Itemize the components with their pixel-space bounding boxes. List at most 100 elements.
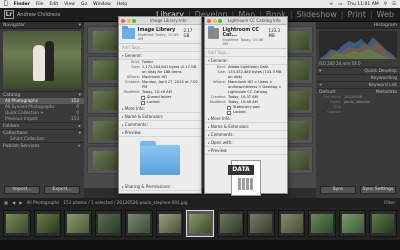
- sync-settings-button[interactable]: Sync Settings: [360, 186, 396, 194]
- close-icon[interactable]: [121, 18, 125, 23]
- filmstrip-thumbnail[interactable]: [155, 210, 184, 237]
- metadata-value[interactable]: paula_stephen: [344, 100, 370, 105]
- collapse-triangle-icon: ▾: [78, 131, 81, 136]
- collections-label: Collections: [3, 131, 28, 136]
- module-slideshow[interactable]: Slideshow: [297, 10, 337, 19]
- battery-icon[interactable]: ▭: [338, 2, 342, 7]
- wifi-icon[interactable]: ≈: [329, 2, 333, 7]
- grid-view-icon[interactable]: ▦: [4, 200, 8, 205]
- bride-figure: [33, 45, 45, 81]
- filmstrip-thumbnail[interactable]: [125, 210, 153, 237]
- module-print[interactable]: Print: [347, 10, 365, 19]
- filmstrip-thumbnail[interactable]: [3, 210, 31, 237]
- histogram: [319, 31, 397, 59]
- menu-help[interactable]: Help: [117, 2, 127, 7]
- folders-header[interactable]: Folders ▸: [0, 122, 84, 129]
- minimize-icon[interactable]: [212, 18, 217, 23]
- checkbox-box[interactable]: [227, 105, 231, 110]
- filmstrip-thumbnail[interactable]: [308, 210, 336, 237]
- menu-go[interactable]: Go: [81, 2, 87, 7]
- forward-arrow-icon[interactable]: ▶: [19, 200, 22, 205]
- groom-figure: [45, 41, 54, 81]
- info-key: Size:: [131, 65, 140, 69]
- info-window-titlebar[interactable]: Image Library Info: [119, 17, 201, 25]
- tags-field[interactable]: Add Tags...: [119, 44, 201, 52]
- checkbox-box[interactable]: [141, 100, 145, 105]
- filmstrip-thumbnail[interactable]: [247, 210, 275, 237]
- checkbox-box[interactable]: [227, 110, 231, 115]
- module-web[interactable]: Web: [377, 10, 394, 19]
- filmstrip-thumbnail[interactable]: [369, 210, 397, 237]
- info-key: Modified:: [123, 90, 140, 94]
- collections-header[interactable]: Collections ▾: [0, 129, 84, 136]
- filmstrip-thumbnail[interactable]: [64, 210, 92, 237]
- add-keyword-icon[interactable]: +: [319, 83, 323, 88]
- info-value: Macintosh HD > Users > andrewchildress >…: [228, 80, 282, 94]
- menu-view[interactable]: View: [64, 2, 75, 7]
- name-extension-section[interactable]: ▸ Name & Extension:: [205, 123, 287, 131]
- thumbnail-image: [36, 214, 59, 233]
- general-section-header[interactable]: ▾ General:: [119, 52, 201, 60]
- add-icon[interactable]: +: [77, 144, 81, 149]
- menu-finder[interactable]: Finder: [14, 2, 30, 7]
- back-arrow-icon[interactable]: ◀: [12, 200, 15, 205]
- collapse-triangle-icon: ▾: [78, 93, 81, 98]
- clock[interactable]: Thu 11:01 AM: [347, 2, 378, 7]
- zoom-icon[interactable]: [132, 18, 136, 23]
- filmstrip-thumbnail[interactable]: [33, 210, 62, 237]
- thumbnail-image: [128, 214, 151, 233]
- preset-icon: ▾: [319, 69, 322, 74]
- filmstrip-thumbnail[interactable]: [277, 210, 306, 237]
- sharing-section[interactable]: ▸ Sharing & Permissions:: [119, 183, 201, 191]
- tags-field[interactable]: Add Tags...: [205, 49, 287, 57]
- import-button[interactable]: Import...: [4, 186, 40, 194]
- info-value: 2,172,204,841 bytes (2.17 GB on disk) fo…: [142, 65, 197, 74]
- minimize-icon[interactable]: [126, 18, 131, 23]
- metadata-preset[interactable]: Default: [319, 90, 335, 95]
- publish-services-header[interactable]: Publish Services +: [0, 142, 84, 149]
- catalog-label: Catalog: [3, 93, 21, 98]
- catalog-header[interactable]: Catalog ▾: [0, 91, 84, 98]
- left-panel: Navigator ▾ Catalog ▾ All Photographs 15…: [0, 22, 84, 198]
- spotlight-icon[interactable]: ⚲: [384, 2, 387, 7]
- menu-edit[interactable]: Edit: [49, 2, 58, 7]
- name-extension-section[interactable]: ▸ Name & Extension:: [119, 113, 201, 121]
- keyword-list-header[interactable]: + Keyword List: [316, 81, 400, 88]
- info-window-titlebar[interactable]: Lightroom CC Catalog Info: [205, 17, 287, 25]
- apple-menu-icon[interactable]: : [4, 0, 8, 8]
- metadata-header[interactable]: Default Metadata: [316, 88, 400, 95]
- filmstrip-source[interactable]: All Photographs: [26, 200, 59, 205]
- histogram-header[interactable]: Histogram: [316, 22, 400, 29]
- info-value: 133,332,480 bytes (133.3 MB on disk): [228, 70, 282, 79]
- sync-button[interactable]: Sync: [320, 186, 356, 194]
- preview-section-header[interactable]: ▾ Preview:: [205, 147, 287, 155]
- open-with-section[interactable]: ▸ Open with:: [205, 139, 287, 147]
- keywording-header[interactable]: Keywording: [316, 74, 400, 81]
- data-document-icon: DATA: [228, 160, 261, 196]
- zoom-icon[interactable]: [218, 18, 222, 23]
- info-key: Modified:: [209, 100, 226, 104]
- menu-file[interactable]: File: [36, 2, 44, 7]
- preview-section-header[interactable]: ▾ Preview:: [119, 129, 201, 137]
- comments-section[interactable]: ▸ Comments:: [119, 121, 201, 129]
- filmstrip-thumbnail[interactable]: [216, 210, 245, 237]
- close-icon[interactable]: [207, 18, 211, 23]
- more-info-section[interactable]: ▸ More Info:: [205, 115, 287, 123]
- general-section-header[interactable]: ▾ General:: [205, 57, 287, 65]
- navigator-header[interactable]: Navigator ▾: [0, 22, 84, 29]
- quick-develop-header[interactable]: ▾ Quick Develop: [316, 67, 400, 74]
- preview-area: DATA: [205, 155, 287, 201]
- notification-icon[interactable]: ☰: [392, 2, 396, 7]
- photo-thumbnail: [93, 121, 119, 140]
- filmstrip-thumbnail[interactable]: [94, 210, 123, 237]
- more-info-section[interactable]: ▸ More Info:: [119, 105, 201, 113]
- checkbox-box[interactable]: [141, 95, 145, 100]
- navigator-preview[interactable]: [3, 31, 81, 89]
- filmstrip-thumbnail[interactable]: [338, 210, 367, 237]
- photo-thumbnail: [93, 31, 119, 50]
- photo-thumbnail: [93, 61, 119, 80]
- menu-window[interactable]: Window: [93, 2, 111, 7]
- filmstrip-thumbnail-selected[interactable]: [186, 210, 214, 237]
- export-button[interactable]: Export...: [44, 186, 80, 194]
- comments-section[interactable]: ▸ Comments:: [205, 131, 287, 139]
